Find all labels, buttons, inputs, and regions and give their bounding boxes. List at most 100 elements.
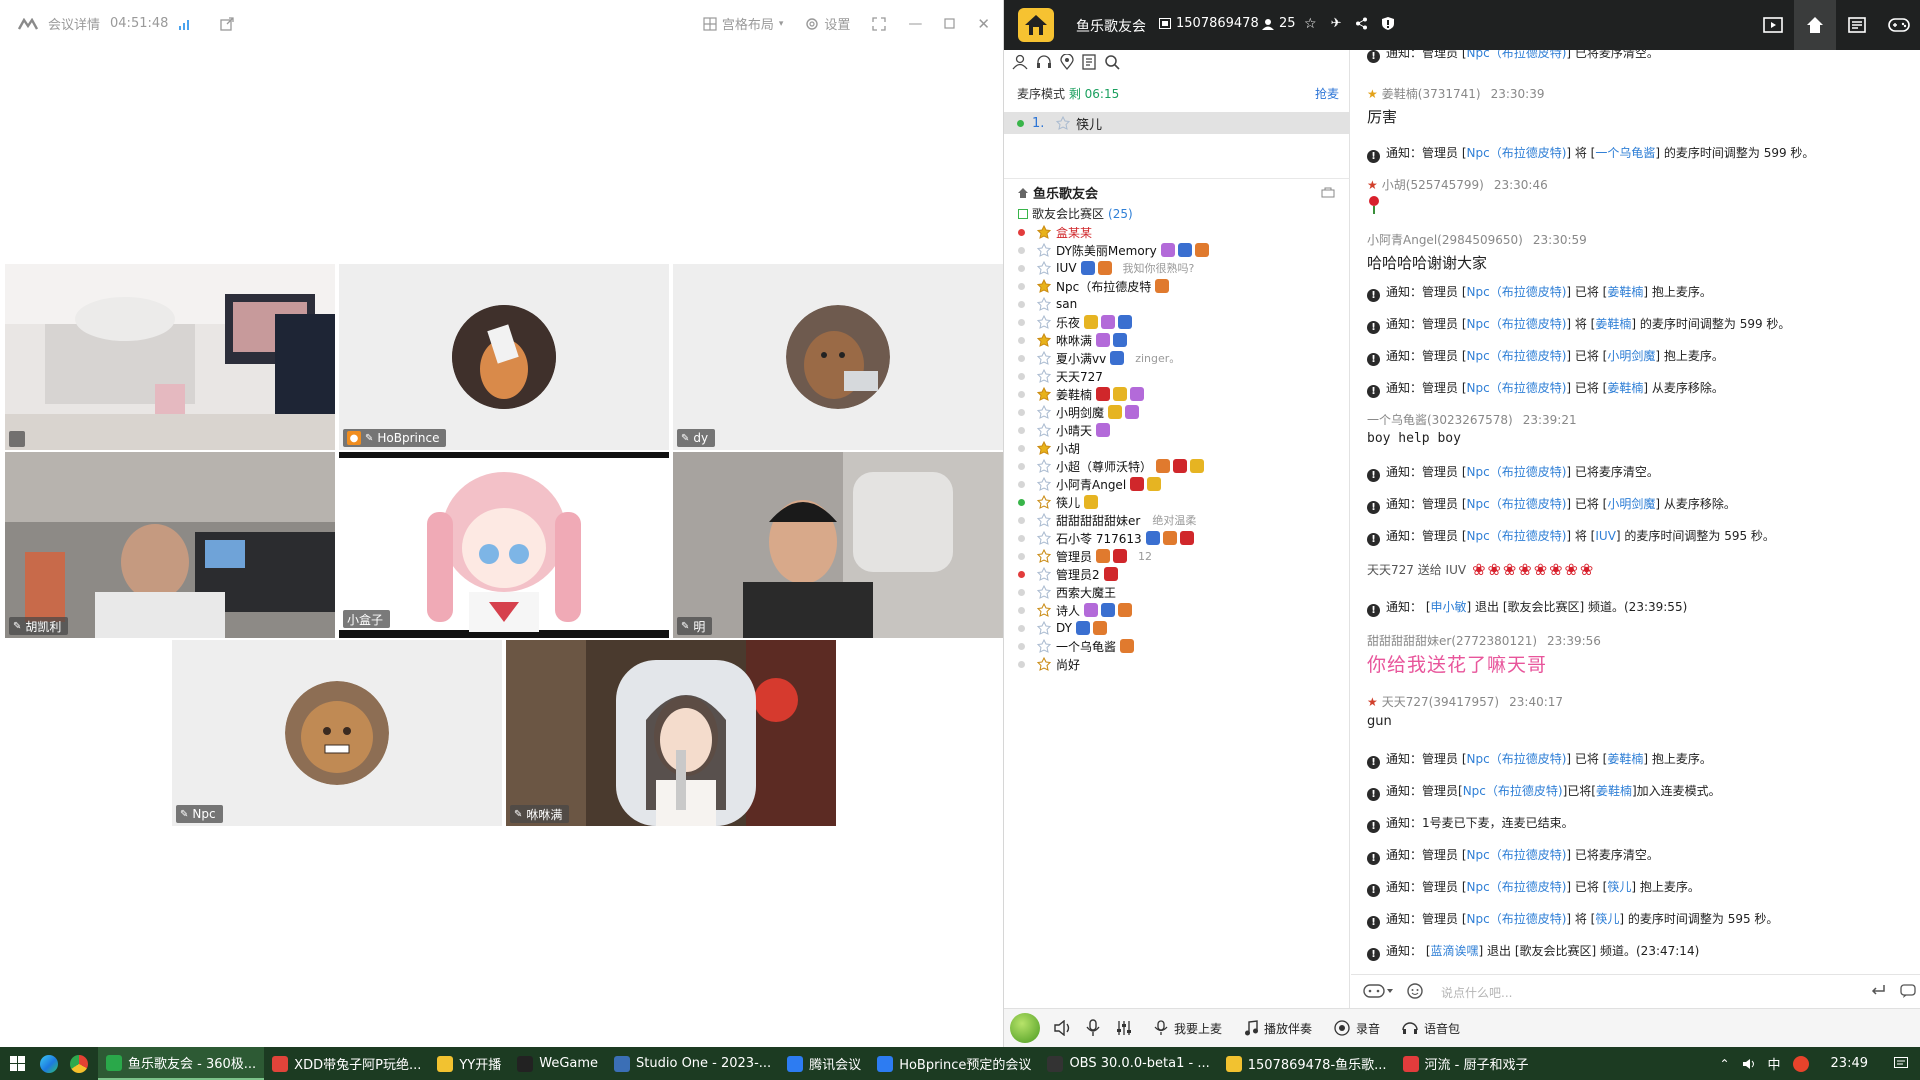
video-tile-ming[interactable]: ✎ 明 (673, 452, 1003, 638)
tree-user-row[interactable]: 姜鞋楠 (1018, 385, 1147, 403)
microphone-icon[interactable] (1086, 1019, 1100, 1037)
tree-user-row[interactable]: 小胡 (1018, 439, 1084, 457)
start-windows-icon[interactable] (0, 1047, 34, 1080)
video-tile-xiuxiuman[interactable]: ✎ 咻咻满 (506, 640, 836, 826)
tree-user-row[interactable]: 诗人 (1018, 601, 1135, 619)
emoji-icon[interactable] (1407, 983, 1424, 1000)
settings-button[interactable]: 设置 (805, 14, 850, 33)
taskbar-app[interactable]: YY开播 (429, 1047, 509, 1080)
plane-icon[interactable]: ✈ (1331, 17, 1342, 31)
user-list-icon[interactable] (1012, 54, 1028, 70)
taskbar-app[interactable]: Studio One - 2023-... (606, 1047, 779, 1080)
apply-mic-button[interactable]: 我要上麦 (1154, 1020, 1222, 1037)
tree-user-row[interactable]: 小阿青Angel (1018, 475, 1164, 493)
yy-home-logo-icon[interactable] (1018, 8, 1054, 42)
tree-subchannel[interactable]: 歌友会比赛区 (25) (1018, 205, 1133, 222)
user-badge-icon (1120, 639, 1135, 653)
tree-user-row[interactable]: 咻咻满 (1018, 331, 1130, 349)
tree-user-row[interactable]: 石小苓 717613 (1018, 529, 1197, 547)
tree-user-row[interactable]: 天天727 (1018, 367, 1107, 385)
tree-user-row[interactable]: 管理员2 (1018, 565, 1121, 583)
edge-browser-icon[interactable] (40, 1054, 58, 1073)
notes-icon[interactable] (1082, 54, 1096, 70)
tree-user-row[interactable]: 尚好 (1018, 655, 1084, 673)
tree-user-row[interactable]: 小明剑魔 (1018, 403, 1142, 421)
video-tile-hukaili[interactable]: ✎ 胡凯利 (5, 452, 335, 638)
volume-icon[interactable] (1742, 1058, 1756, 1070)
search-icon[interactable] (1104, 54, 1120, 70)
notification-icon[interactable] (1894, 1057, 1908, 1070)
gamepad-emoji-icon[interactable] (1363, 983, 1393, 999)
tree-root[interactable]: 鱼乐歌友会 (1018, 183, 1098, 202)
speaker-icon[interactable] (1054, 1020, 1072, 1036)
taskbar-app[interactable]: 腾讯会议 (779, 1047, 869, 1080)
tree-user-row[interactable]: Npc（布拉德皮特 (1018, 277, 1172, 295)
tree-user-row[interactable]: 乐夜 (1018, 313, 1135, 331)
voice-pack-button[interactable]: 语音包 (1402, 1020, 1460, 1037)
minimize-button[interactable]: — (908, 16, 922, 32)
video-tile-xiaohezi[interactable]: 小盒子 (339, 452, 669, 638)
chat-notice: ! 通知：管理员 [Npc（布拉德皮特)] 已将麦序清空。 (1367, 463, 1659, 482)
tree-user-row[interactable]: IUV 我知你很熟吗? (1018, 259, 1194, 277)
taskbar-app[interactable]: 1507869478-鱼乐歌... (1218, 1047, 1395, 1080)
member-role-icon (1036, 314, 1052, 330)
close-button[interactable]: ✕ (977, 15, 990, 33)
video-tile-dy[interactable]: ✎ dy (673, 264, 1003, 450)
meeting-details-link[interactable]: 会议详情 (48, 14, 100, 33)
queue-row[interactable]: 1. 筷儿 (1004, 112, 1350, 134)
sogou-ime-icon[interactable] (1792, 1055, 1809, 1072)
location-icon[interactable] (1060, 54, 1074, 70)
user-link[interactable]: Npc（布拉德皮特) (1467, 50, 1567, 60)
tree-user-row[interactable]: 管理员 12 (1018, 547, 1152, 565)
chat-bubble-icon[interactable] (1900, 984, 1916, 999)
headset-icon[interactable] (1036, 54, 1052, 70)
maximize-button[interactable] (944, 18, 956, 29)
yy-channel-window: 鱼乐歌友会 1507869478 25 ☆ ✈ 麦序模式 剩 06:15 抢麦 … (1004, 0, 1920, 1047)
channel-home-button[interactable] (1794, 0, 1836, 50)
tree-user-row[interactable]: DY陈美丽Memory (1018, 241, 1212, 259)
send-enter-icon[interactable] (1870, 984, 1886, 998)
board-button[interactable] (1836, 0, 1878, 50)
taskbar-app[interactable]: 鱼乐歌友会 - 360极... (98, 1047, 265, 1080)
shield-icon[interactable] (1382, 17, 1395, 31)
grab-mic-button[interactable]: 抢麦 (1315, 85, 1339, 102)
tree-user-row[interactable]: 西索大魔王 (1018, 583, 1120, 601)
record-button[interactable]: 录音 (1334, 1020, 1380, 1037)
status-dot-icon (1018, 660, 1025, 668)
ime-indicator[interactable]: 中 (1768, 1054, 1781, 1073)
taskbar-app[interactable]: OBS 30.0.0-beta1 - ... (1039, 1047, 1217, 1080)
tree-user-row[interactable]: 筷儿 (1018, 493, 1101, 511)
yy-status-orb-icon[interactable] (1010, 1013, 1040, 1043)
video-room-button[interactable] (1752, 0, 1794, 50)
tree-user-row[interactable]: 盒某某 (1018, 223, 1096, 241)
game-button[interactable] (1878, 0, 1920, 50)
share-icon[interactable] (1355, 17, 1368, 31)
tree-user-row[interactable]: 小晴天 (1018, 421, 1113, 439)
tree-user-row[interactable]: 小超（尊师沃特） (1018, 457, 1207, 475)
share-out-icon[interactable] (220, 16, 235, 31)
tree-user-row[interactable]: san (1018, 295, 1081, 313)
gift-message: 天天727 送给 IUV ❀ ❀ ❀ ❀ ❀ ❀ ❀ ❀ (1367, 560, 1594, 579)
video-tile-hobprince[interactable]: ● ✎ HoBprince (339, 264, 669, 450)
video-tile-npc[interactable]: ✎ Npc (172, 640, 502, 826)
clock[interactable]: 23:49 (1831, 1056, 1868, 1071)
tree-user-row[interactable]: DY (1018, 619, 1110, 637)
taskbar-app[interactable]: HoBprince预定的会议 (869, 1047, 1039, 1080)
fullscreen-icon[interactable] (872, 16, 887, 31)
chat-input[interactable]: 说点什么吧... (1441, 984, 1512, 1001)
tray-chevron-icon[interactable]: ⌃ (1719, 1057, 1729, 1071)
meeting-logo-icon (18, 17, 38, 30)
accompaniment-button[interactable]: 播放伴奏 (1244, 1020, 1312, 1037)
tree-user-row[interactable]: 夏小满vv zinger。 (1018, 349, 1180, 367)
collapse-icon[interactable] (1321, 186, 1335, 198)
tree-user-row[interactable]: 一个乌龟酱 (1018, 637, 1137, 655)
taskbar-app[interactable]: XDD带兔子阿P玩绝... (264, 1047, 429, 1080)
taskbar-app[interactable]: 河流 - 厨子和戏子 (1395, 1047, 1537, 1080)
favorite-star-icon[interactable]: ☆ (1304, 17, 1317, 31)
taskbar-app[interactable]: WeGame (509, 1047, 606, 1080)
mixer-icon[interactable] (1116, 1020, 1132, 1036)
video-tile-room[interactable] (5, 264, 335, 450)
grid-layout-button[interactable]: 宫格布局 ▾ (703, 14, 783, 33)
chrome-icon[interactable] (70, 1054, 88, 1073)
tree-user-row[interactable]: 甜甜甜甜甜妹er 绝对温柔 (1018, 511, 1196, 529)
